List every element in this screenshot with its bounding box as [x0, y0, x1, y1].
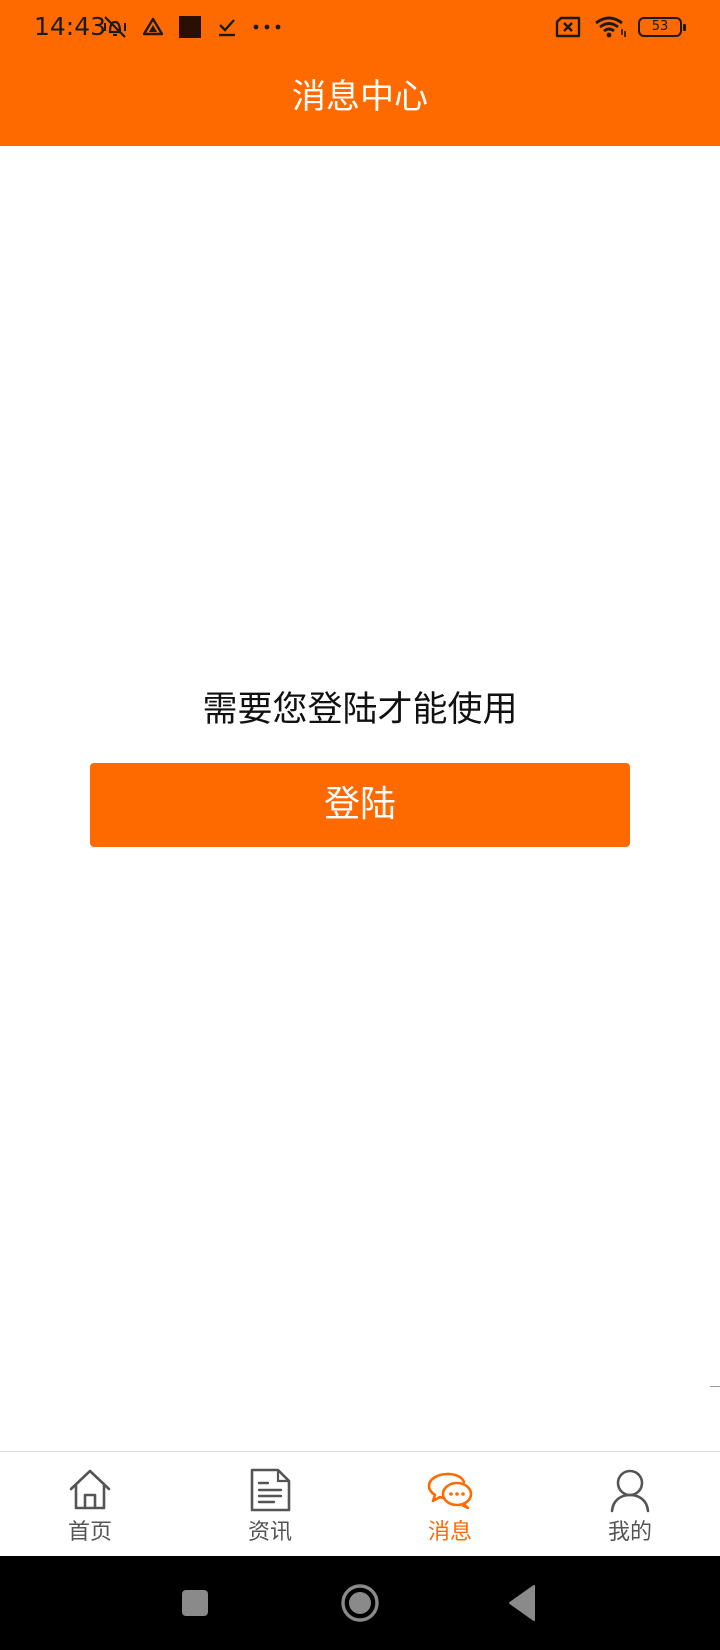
no-sim-icon [554, 16, 582, 38]
system-navigation-bar [0, 1556, 720, 1650]
vibrate-off-icon [102, 14, 128, 40]
tab-label-messages: 消息 [427, 1520, 472, 1545]
tab-label-profile: 我的 [607, 1520, 652, 1545]
back-button[interactable] [483, 1556, 563, 1650]
document-icon [246, 1466, 294, 1514]
tab-profile[interactable]: 我的 [540, 1452, 720, 1557]
drive-icon [142, 16, 164, 38]
back-triangle-icon [483, 1583, 563, 1623]
more-dots-icon [252, 22, 282, 32]
login-button[interactable]: 登陆 [90, 763, 630, 847]
home-button[interactable] [320, 1556, 400, 1650]
home-circle-icon [320, 1583, 400, 1623]
user-icon [606, 1466, 654, 1514]
tab-label-news: 资讯 [247, 1520, 292, 1545]
battery-icon: 53 [638, 17, 686, 37]
recents-button[interactable] [155, 1556, 235, 1650]
recents-square-icon [155, 1583, 235, 1623]
status-icons-right: 53 [554, 12, 686, 42]
home-icon [66, 1466, 114, 1514]
screen: 14:43 53 消息中心 需要您登陆才能使用 登陆 首页 资讯 消息 我的 [0, 0, 720, 1650]
chat-bubbles-icon [426, 1466, 474, 1514]
status-time: 14:43 [34, 12, 107, 41]
wifi-icon [594, 15, 626, 39]
tab-news[interactable]: 资讯 [180, 1452, 360, 1557]
page-title: 消息中心 [292, 77, 428, 117]
status-icons-left [102, 12, 282, 42]
tab-label-home: 首页 [67, 1520, 112, 1545]
tab-home[interactable]: 首页 [0, 1452, 180, 1557]
login-prompt-text: 需要您登陆才能使用 [202, 690, 518, 730]
tab-messages[interactable]: 消息 [360, 1452, 540, 1557]
edge-indicator [710, 1386, 720, 1387]
tab-bar: 首页 资讯 消息 我的 [0, 1451, 720, 1557]
status-bar: 14:43 53 [0, 0, 720, 54]
square-notification-icon [178, 15, 202, 39]
check-download-icon [216, 16, 238, 38]
